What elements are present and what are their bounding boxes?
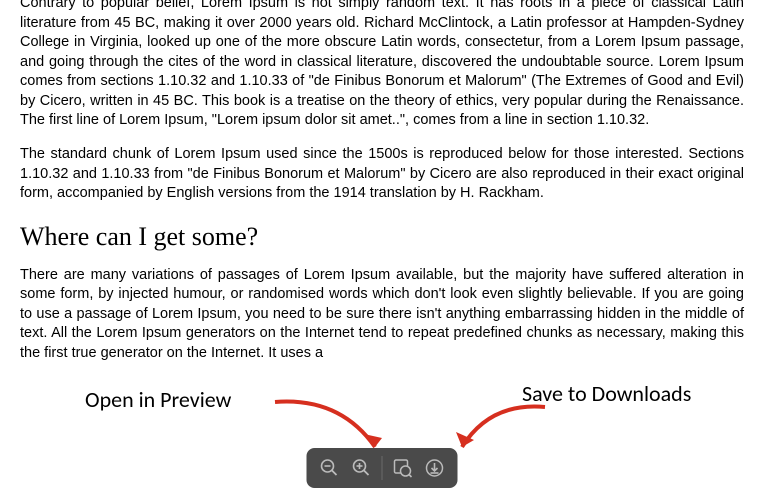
- paragraph-3: There are many variations of passages of…: [20, 266, 744, 364]
- arrow-right-icon: [450, 392, 560, 462]
- annotation-label-save-downloads: Save to Downloads: [522, 380, 691, 407]
- zoom-in-icon: [352, 458, 372, 478]
- pdf-toolbar: [307, 448, 458, 488]
- zoom-out-button[interactable]: [315, 453, 345, 483]
- zoom-in-button[interactable]: [347, 453, 377, 483]
- zoom-out-icon: [320, 458, 340, 478]
- paragraph-1: Contrary to popular belief, Lorem Ipsum …: [20, 0, 744, 131]
- section-heading: Where can I get some?: [20, 222, 744, 252]
- annotation-layer: Open in Preview Save to Downloads: [0, 374, 764, 494]
- open-preview-icon: [392, 457, 414, 479]
- document-content: Contrary to popular belief, Lorem Ipsum …: [0, 0, 764, 363]
- save-downloads-button[interactable]: [420, 453, 450, 483]
- toolbar-divider: [382, 456, 383, 480]
- paragraph-2: The standard chunk of Lorem Ipsum used s…: [20, 145, 744, 204]
- download-icon: [425, 458, 445, 478]
- open-preview-button[interactable]: [388, 453, 418, 483]
- annotation-label-open-preview: Open in Preview: [85, 386, 231, 413]
